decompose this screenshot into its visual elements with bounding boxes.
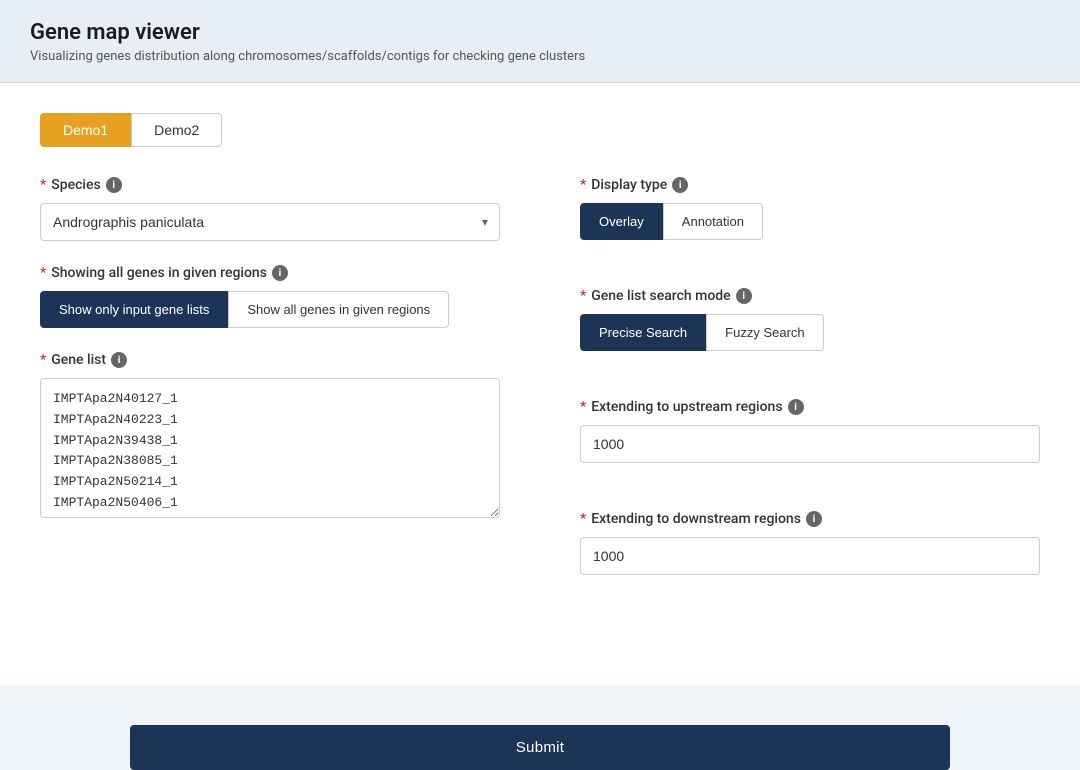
precise-search-btn[interactable]: Precise Search xyxy=(580,314,706,351)
display-type-btn-group: Overlay Annotation xyxy=(580,203,1040,240)
submit-row: Submit xyxy=(0,725,1080,770)
species-label: * Species i xyxy=(40,177,500,193)
species-section: * Species i Andrographis paniculata ▾ xyxy=(40,177,500,241)
left-column: * Species i Andrographis paniculata ▾ * … xyxy=(40,177,500,599)
upstream-label: * Extending to upstream regions i xyxy=(580,399,1040,415)
upstream-info-icon[interactable]: i xyxy=(788,399,804,415)
downstream-section: * Extending to downstream regions i xyxy=(580,511,1040,575)
display-type-info-icon[interactable]: i xyxy=(672,177,688,193)
tabs-row: Demo1 Demo2 xyxy=(40,113,1040,147)
submit-button[interactable]: Submit xyxy=(130,725,950,770)
form-grid: * Species i Andrographis paniculata ▾ * … xyxy=(40,177,1040,599)
main-content: Demo1 Demo2 * Species i Andrographis pan… xyxy=(0,83,1080,685)
species-select[interactable]: Andrographis paniculata xyxy=(40,203,500,241)
upstream-section: * Extending to upstream regions i xyxy=(580,399,1040,463)
showing-genes-btn-group: Show only input gene lists Show all gene… xyxy=(40,291,500,328)
right-column: * Display type i Overlay Annotation * Ge… xyxy=(580,177,1040,599)
display-type-label: * Display type i xyxy=(580,177,1040,193)
upstream-input[interactable] xyxy=(580,425,1040,463)
gene-list-label: * Gene list i xyxy=(40,352,500,368)
showing-genes-info-icon[interactable]: i xyxy=(272,265,288,281)
page-subtitle: Visualizing genes distribution along chr… xyxy=(30,49,1050,64)
search-mode-section: * Gene list search mode i Precise Search… xyxy=(580,288,1040,351)
tab-demo2[interactable]: Demo2 xyxy=(131,113,222,147)
gene-list-info-icon[interactable]: i xyxy=(111,352,127,368)
downstream-input[interactable] xyxy=(580,537,1040,575)
downstream-label: * Extending to downstream regions i xyxy=(580,511,1040,527)
species-select-wrapper: Andrographis paniculata ▾ xyxy=(40,203,500,241)
tab-demo1[interactable]: Demo1 xyxy=(40,113,131,147)
show-all-genes-btn[interactable]: Show all genes in given regions xyxy=(228,291,449,328)
fuzzy-search-btn[interactable]: Fuzzy Search xyxy=(706,314,823,351)
species-info-icon[interactable]: i xyxy=(106,177,122,193)
showing-genes-section: * Showing all genes in given regions i S… xyxy=(40,265,500,328)
annotation-btn[interactable]: Annotation xyxy=(663,203,763,240)
downstream-info-icon[interactable]: i xyxy=(806,511,822,527)
gene-list-textarea[interactable]: IMPTApa2N40127_1 IMPTApa2N40223_1 IMPTAp… xyxy=(40,378,500,518)
display-type-section: * Display type i Overlay Annotation xyxy=(580,177,1040,240)
gene-list-section: * Gene list i IMPTApa2N40127_1 IMPTApa2N… xyxy=(40,352,500,522)
search-mode-info-icon[interactable]: i xyxy=(736,288,752,304)
search-mode-label: * Gene list search mode i xyxy=(580,288,1040,304)
page-title: Gene map viewer xyxy=(30,20,1050,45)
search-mode-btn-group: Precise Search Fuzzy Search xyxy=(580,314,1040,351)
header: Gene map viewer Visualizing genes distri… xyxy=(0,0,1080,83)
overlay-btn[interactable]: Overlay xyxy=(580,203,663,240)
showing-genes-label: * Showing all genes in given regions i xyxy=(40,265,500,281)
show-only-gene-lists-btn[interactable]: Show only input gene lists xyxy=(40,291,228,328)
